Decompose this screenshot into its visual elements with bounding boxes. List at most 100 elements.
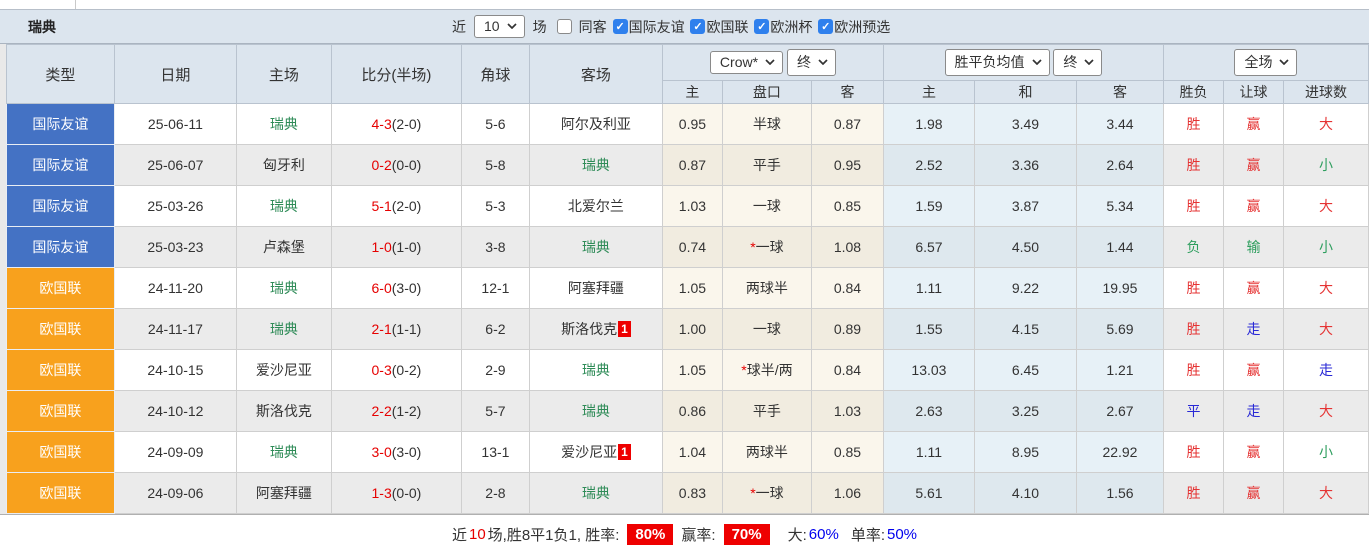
match-table-body: 国际友谊 25-06-11 瑞典 4-3(2-0) 5-6 阿尔及利亚 0.95…: [5, 103, 1369, 514]
competition-checkbox[interactable]: ✓: [612, 19, 628, 34]
asia-odds-time-value: 终: [796, 54, 811, 70]
same-venue-checkbox[interactable]: [556, 19, 572, 34]
euro-draw-odds-cell: 4.15: [973, 308, 1077, 350]
handicap-cell: 半球: [721, 103, 812, 145]
asia-away-odds-cell: 1.08: [810, 226, 884, 268]
away-team-name: 爱沙尼亚: [561, 444, 618, 460]
euro-home-odds-cell: 13.03: [882, 349, 975, 391]
summary-prefix: 近: [451, 526, 467, 544]
dropdown-arrow-icon: [506, 23, 517, 29]
competition-checkbox[interactable]: ✓: [818, 19, 834, 34]
goals-result-cell: 大: [1282, 185, 1369, 227]
match-type-cell: 欧国联: [5, 431, 115, 473]
single-rate-value: 50%: [886, 525, 918, 543]
match-type-cell: 国际友谊: [5, 103, 115, 145]
euro-home-odds-cell: 6.57: [882, 226, 975, 268]
odds-type-select[interactable]: 胜平负均值: [944, 49, 1050, 76]
half-time-score: (2-0): [391, 116, 422, 132]
home-team-name: 瑞典: [269, 198, 298, 214]
euro-away-odds-cell: 2.64: [1075, 144, 1164, 186]
summary-count: 10: [468, 525, 486, 543]
sub-header-asia-away: 客: [810, 80, 884, 104]
asia-odds-time-select[interactable]: 终: [786, 49, 836, 76]
goals-result-cell: 大: [1282, 308, 1369, 350]
asia-home-odds-cell: 0.87: [661, 144, 723, 186]
euro-away-odds-cell: 1.56: [1075, 472, 1164, 514]
euro-odds-group-header: 胜平负均值 终: [882, 44, 1164, 81]
home-team-name: 卢森堡: [262, 239, 305, 255]
away-team-cell: 瑞典: [528, 226, 663, 268]
competition-checkbox[interactable]: ✓: [690, 19, 706, 34]
full-time-score: 2-1: [371, 321, 392, 337]
home-team-name: 瑞典: [269, 444, 298, 460]
euro-home-odds-cell: 2.52: [882, 144, 975, 186]
handicap-value: 平手: [752, 157, 781, 173]
big-rate-value: 60%: [808, 525, 839, 543]
home-team-cell: 卢森堡: [235, 226, 332, 268]
dropdown-arrow-icon: [818, 59, 828, 65]
handicap-result-cell: 赢: [1222, 185, 1284, 227]
euro-away-odds-cell: 1.21: [1075, 349, 1164, 391]
top-strip: [0, 0, 1369, 10]
corners-cell: 5-7: [460, 390, 530, 432]
red-card-badge: 1: [618, 321, 631, 337]
corners-cell: 5-8: [460, 144, 530, 186]
away-team-name: 瑞典: [581, 157, 610, 173]
recent-label: 近: [452, 18, 466, 35]
asia-home-odds-cell: 1.04: [661, 431, 723, 473]
competition-filter: ✓ 欧洲预选: [816, 17, 890, 37]
bookmaker-select[interactable]: Crow*: [709, 51, 784, 74]
filter-bar: 近 10 场 同客 ✓ 国际友谊 ✓ 欧国联 ✓ 欧洲杯 ✓ 欧洲预选: [452, 10, 890, 43]
single-rate-label: 单率:: [850, 526, 885, 544]
home-team-name: 阿塞拜疆: [255, 485, 312, 501]
match-row: 欧国联 24-09-09 瑞典 3-0(3-0) 13-1 爱沙尼亚 1 1.04…: [5, 431, 1369, 473]
half-time-score: (2-0): [391, 198, 422, 214]
euro-away-odds-cell: 19.95: [1075, 267, 1164, 309]
result-scope-select[interactable]: 全场: [1234, 49, 1298, 76]
euro-odds-time-select[interactable]: 终: [1053, 49, 1103, 76]
euro-away-odds-cell: 5.34: [1075, 185, 1164, 227]
summary-record: 场,胜8平1负1, 胜率:: [487, 526, 620, 544]
away-team-cell: 阿塞拜疆: [528, 267, 663, 309]
match-date-cell: 25-03-26: [113, 185, 237, 227]
asia-away-odds-cell: 0.84: [810, 267, 884, 309]
score-cell: 2-1(1-1): [330, 308, 462, 350]
handicap-value: 球半/两: [746, 362, 793, 378]
goals-result-cell: 走: [1282, 349, 1369, 391]
away-team-cell: 爱沙尼亚 1: [528, 431, 663, 473]
sub-header-odds-away: 客: [1075, 80, 1164, 104]
match-row: 欧国联 24-09-06 阿塞拜疆 1-3(0-0) 2-8 瑞典 0.83 *…: [5, 472, 1369, 514]
asia-home-odds-cell: 0.95: [661, 103, 723, 145]
asia-away-odds-cell: 0.87: [810, 103, 884, 145]
home-team-name: 瑞典: [269, 116, 298, 132]
match-date-cell: 24-10-12: [113, 390, 237, 432]
win-rate-badge: 80%: [627, 523, 674, 545]
half-time-score: (1-2): [391, 403, 422, 419]
sub-header-goals: 进球数: [1282, 80, 1369, 104]
col-header-score: 比分(半场): [330, 44, 462, 104]
result-cell: 胜: [1162, 308, 1224, 350]
result-cell: 胜: [1162, 472, 1224, 514]
competition-checkbox[interactable]: ✓: [754, 19, 770, 34]
away-team-name: 阿尔及利亚: [560, 116, 631, 132]
half-time-score: (0-0): [391, 157, 422, 173]
handicap-result-cell: 赢: [1222, 431, 1284, 473]
match-type-cell: 欧国联: [5, 308, 115, 350]
recent-count-select[interactable]: 10: [474, 15, 525, 38]
match-row: 国际友谊 25-06-07 匈牙利 0-2(0-0) 5-8 瑞典 0.87 平…: [5, 144, 1369, 186]
away-team-name: 斯洛伐克: [561, 321, 618, 337]
handicap-cell: 一球: [721, 308, 812, 350]
match-date-cell: 24-11-17: [113, 308, 237, 350]
match-row: 欧国联 24-11-17 瑞典 2-1(1-1) 6-2 斯洛伐克 1 1.00 …: [5, 308, 1369, 350]
half-time-score: (0-2): [391, 362, 422, 378]
match-row: 国际友谊 25-03-26 瑞典 5-1(2-0) 5-3 北爱尔兰 1.03 …: [5, 185, 1369, 227]
asia-away-odds-cell: 1.03: [810, 390, 884, 432]
sub-header-handicap-result: 让球: [1222, 80, 1284, 104]
match-date-cell: 24-10-15: [113, 349, 237, 391]
handicap-cell: 平手: [721, 144, 812, 186]
away-team-name: 瑞典: [581, 485, 610, 501]
euro-draw-odds-cell: 4.10: [973, 472, 1077, 514]
col-header-corners: 角球: [460, 44, 530, 104]
asia-home-odds-cell: 0.83: [661, 472, 723, 514]
euro-away-odds-cell: 3.44: [1075, 103, 1164, 145]
